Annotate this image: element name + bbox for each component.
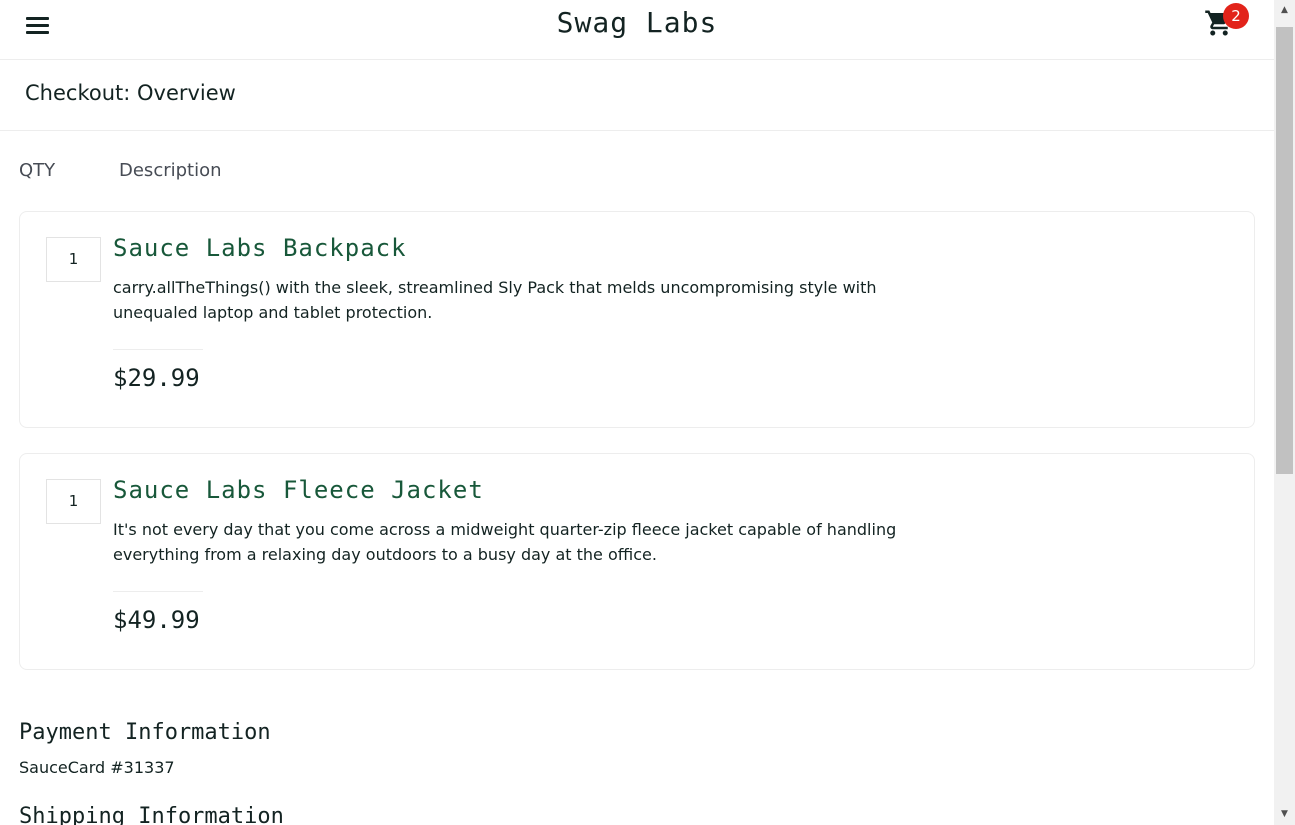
item-name-link[interactable]: Sauce Labs Backpack [113,234,407,262]
item-description: carry.allTheThings() with the sleek, str… [113,278,877,322]
scroll-down-arrow-icon[interactable]: ▼ [1274,806,1295,823]
scrollbar-thumb[interactable] [1276,27,1293,474]
item-divider [113,349,203,350]
cart-badge: 2 [1223,3,1249,29]
item-price: $29.99 [113,364,200,392]
item-divider [113,591,203,592]
shipping-info-label: Shipping Information [19,804,284,825]
item-name-link[interactable]: Sauce Labs Fleece Jacket [113,476,484,504]
page-viewport: Swag Labs 2 Checkout: Overview QTY Descr… [0,0,1274,825]
scroll-up-arrow-icon[interactable]: ▲ [1274,2,1295,19]
primary-header: Swag Labs 2 [0,0,1274,60]
item-quantity: 1 [46,479,101,524]
item-price: $49.99 [113,606,200,634]
page-title: Checkout: Overview [25,81,236,105]
vertical-scrollbar[interactable]: ▲ ▼ [1274,0,1295,825]
qty-column-label: QTY [19,160,56,181]
payment-info-value: SauceCard #31337 [19,758,175,777]
cart-item: 1 Sauce Labs Backpack carry.allTheThings… [19,211,1255,428]
description-column-label: Description [119,160,222,181]
item-description: It's not every day that you come across … [113,520,897,564]
shopping-cart-link[interactable]: 2 [1204,3,1249,40]
payment-info-label: Payment Information [19,720,271,745]
secondary-header: Checkout: Overview [0,60,1274,131]
item-quantity: 1 [46,237,101,282]
cart-item: 1 Sauce Labs Fleece Jacket It's not ever… [19,453,1255,670]
app-logo: Swag Labs [556,6,718,39]
